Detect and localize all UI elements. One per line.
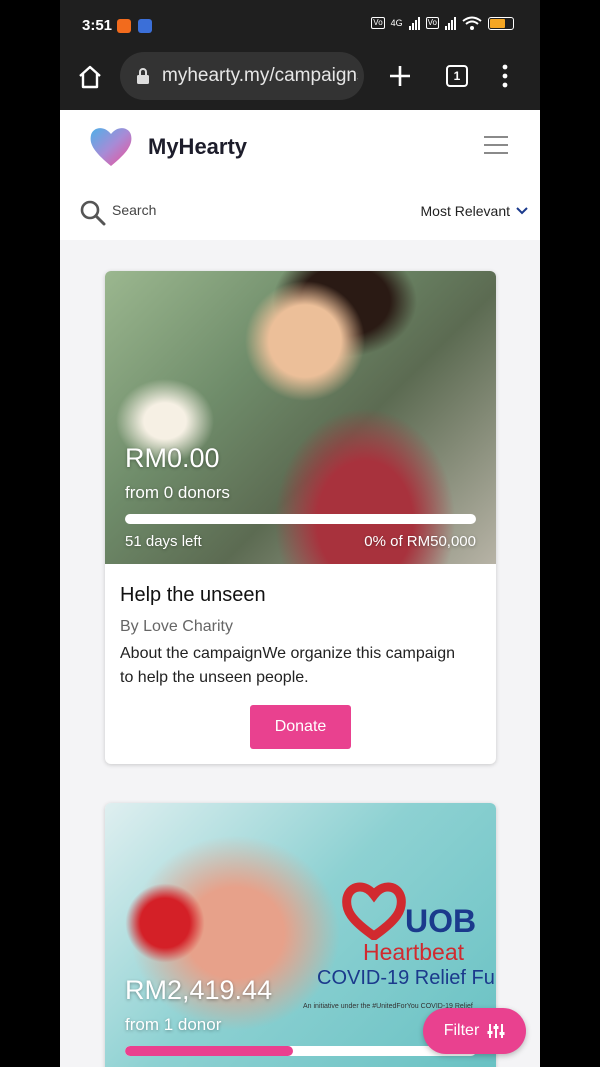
- filter-label: Filter: [443, 1022, 480, 1039]
- more-menu-icon[interactable]: [500, 64, 510, 88]
- filter-button[interactable]: Filter: [423, 1008, 526, 1054]
- campaign-title[interactable]: Help the unseen: [120, 584, 266, 607]
- sort-dropdown[interactable]: Most Relevant: [421, 203, 528, 219]
- campaign-description: About the campaignWe organize this campa…: [120, 645, 456, 686]
- goal-percentage: 0% of RM50,000: [364, 533, 476, 550]
- home-icon[interactable]: [77, 64, 103, 90]
- donor-count: from 0 donors: [125, 483, 230, 502]
- donate-button[interactable]: Donate: [250, 705, 351, 749]
- days-left: 51 days left: [125, 533, 202, 550]
- status-indicators: Vo 4G Vo: [371, 16, 514, 30]
- url-text: myhearty.my/campaigns: [162, 65, 358, 86]
- site-header: MyHearty: [60, 110, 540, 184]
- image-subtitle-text: Heartbeat: [363, 939, 465, 965]
- uob-heart-logo-icon: [342, 882, 406, 940]
- battery-icon: [488, 16, 514, 30]
- donor-count: from 1 donor: [125, 1015, 222, 1034]
- status-time: 3:51: [82, 17, 113, 34]
- browser-toolbar: myhearty.my/campaigns 1: [60, 52, 540, 110]
- search-icon: [80, 200, 106, 226]
- wifi-icon: [462, 16, 482, 30]
- raised-amount: RM2,419.44: [125, 975, 273, 1005]
- search-input[interactable]: [112, 202, 272, 218]
- image-brand-text: UOB: [405, 903, 477, 939]
- tab-switcher-button[interactable]: 1: [446, 65, 468, 87]
- hamburger-menu-icon[interactable]: [484, 136, 508, 156]
- raised-amount: RM0.00: [125, 443, 220, 473]
- progress-bar: [125, 514, 476, 524]
- volte-icon-2: Vo: [425, 17, 439, 29]
- site-name[interactable]: MyHearty: [148, 134, 247, 160]
- image-headline-text: COVID-19 Relief Fu: [317, 967, 495, 989]
- myhearty-logo-icon[interactable]: [88, 124, 134, 168]
- search-bar: Most Relevant: [60, 184, 540, 240]
- campaign-organizer: By Love Charity: [120, 618, 233, 635]
- notification-app-icon-2: [138, 19, 152, 33]
- network-type: 4G: [390, 18, 403, 28]
- new-tab-icon[interactable]: [388, 64, 412, 88]
- sort-label: Most Relevant: [420, 203, 510, 219]
- status-bar: 3:51 Vo 4G Vo: [60, 0, 540, 52]
- progress-fill: [125, 1046, 294, 1056]
- chevron-down-icon: [516, 207, 528, 215]
- address-bar[interactable]: myhearty.my/campaigns: [120, 52, 364, 100]
- lock-icon: [137, 68, 149, 84]
- phone-screen: 3:51 Vo 4G Vo myhearty.my/campaigns 1 My…: [60, 0, 540, 1067]
- sliders-icon: [487, 1024, 505, 1038]
- signal-icon: [408, 16, 420, 30]
- campaign-card[interactable]: RM0.00 from 0 donors 51 days left 0% of …: [105, 271, 496, 764]
- notification-app-icon: [117, 19, 131, 33]
- progress-bar: [125, 1046, 476, 1056]
- signal-icon-2: [445, 16, 456, 30]
- volte-icon: Vo: [371, 17, 385, 29]
